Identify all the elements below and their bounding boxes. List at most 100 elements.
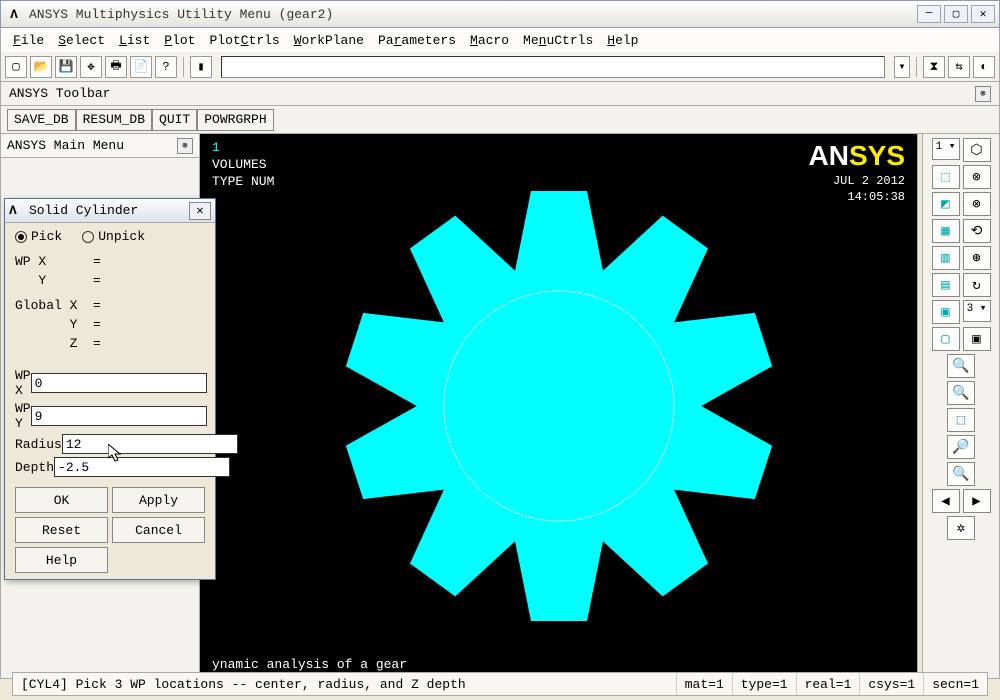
save-db-button[interactable]: SAVE_DB <box>7 109 76 131</box>
raise-icon[interactable]: ⬡ <box>963 138 991 162</box>
dialog-close-button[interactable]: ✕ <box>189 202 211 220</box>
print-icon[interactable]: 🖶 <box>105 56 127 78</box>
zoom-in-icon[interactable]: 🔍 <box>947 381 975 405</box>
toggle-icon[interactable]: ⇆ <box>948 56 970 78</box>
maximize-button[interactable]: ▢ <box>944 5 968 23</box>
toolbar-label-row: ANSYS Toolbar ⊗ <box>0 82 1000 106</box>
zoom-box-icon[interactable]: ⬚ <box>947 408 975 432</box>
unpick-radio[interactable]: Unpick <box>82 229 145 244</box>
window-title: ANSYS Multiphysics Utility Menu (gear2) <box>29 7 917 22</box>
powrgrph-button[interactable]: POWRGRPH <box>197 109 273 131</box>
oblique-view-icon[interactable]: ◩ <box>932 192 960 216</box>
bottom-view-icon[interactable]: ▢ <box>932 327 960 351</box>
ok-button[interactable]: OK <box>15 487 108 513</box>
axis-x-icon[interactable]: ⊗ <box>963 165 991 189</box>
reset-button[interactable]: Reset <box>15 517 108 543</box>
gear-model <box>329 176 789 636</box>
dialog-title: Solid Cylinder <box>29 203 189 218</box>
status-mat: mat=1 <box>677 673 733 695</box>
help-button[interactable]: Help <box>15 547 108 573</box>
axis-y-icon[interactable]: ⟲ <box>963 219 991 243</box>
menu-select[interactable]: Select <box>52 31 111 50</box>
viewport-index: 1 <box>212 140 220 155</box>
zoom-back-icon[interactable]: 🔎 <box>947 435 975 459</box>
menu-plotctrls[interactable]: PlotCtrls <box>203 31 285 50</box>
help-icon[interactable]: ? <box>155 56 177 78</box>
menu-workplane[interactable]: WorkPlane <box>288 31 370 50</box>
zoom-fit-icon[interactable]: 🔍 <box>947 354 975 378</box>
globalz-readout: Z = <box>15 336 205 351</box>
quit-button[interactable]: QUIT <box>152 109 197 131</box>
menu-help[interactable]: Help <box>601 31 644 50</box>
main-menu-title: ANSYS Main Menu <box>7 138 124 153</box>
unpick-label: Unpick <box>98 229 145 244</box>
solid-cylinder-dialog: Λ Solid Cylinder ✕ Pick Unpick WP X = Y … <box>4 198 216 580</box>
side-view-icon[interactable]: ▥ <box>932 246 960 270</box>
save-icon[interactable]: 💾 <box>55 56 77 78</box>
globalx-readout: Global X = <box>15 298 205 313</box>
collapse-toolbar-icon[interactable]: ⊗ <box>975 86 991 102</box>
menu-menuctrls[interactable]: MenuCtrls <box>517 31 599 50</box>
dialog-titlebar[interactable]: Λ Solid Cylinder ✕ <box>5 199 215 223</box>
wpx-readout: WP X = <box>15 254 205 269</box>
axis-xy-icon[interactable]: ⊗ <box>963 192 991 216</box>
status-bar: [CYL4] Pick 3 WP locations -- center, ra… <box>12 672 988 696</box>
wpx-input[interactable] <box>31 373 207 393</box>
refresh-icon[interactable]: ✲ <box>947 516 975 540</box>
status-secn: secn=1 <box>924 673 987 695</box>
axis-z-icon[interactable]: ⊛ <box>963 246 991 270</box>
separator <box>183 57 184 77</box>
contact-icon[interactable]: ◐ <box>973 56 995 78</box>
menubar: File Select List Plot PlotCtrls WorkPlan… <box>0 28 1000 52</box>
viewport-footer: ynamic analysis of a gear <box>212 657 407 672</box>
rotate-left-icon[interactable]: ◀ <box>932 489 960 513</box>
apply-button[interactable]: Apply <box>112 487 205 513</box>
menu-file[interactable]: File <box>7 31 50 50</box>
report-icon[interactable]: 📄 <box>130 56 152 78</box>
wpy-field-label: WP Y <box>15 401 31 431</box>
spin-icon[interactable]: ↻ <box>963 273 991 297</box>
hourglass-icon[interactable]: ⧗ <box>923 56 945 78</box>
viewport-date: JUL 2 2012 <box>809 174 905 188</box>
command-prompt-icon[interactable]: ▮ <box>190 56 212 78</box>
radius-input[interactable] <box>62 434 238 454</box>
close-button[interactable]: ✕ <box>971 5 995 23</box>
rotate-right-icon[interactable]: ▶ <box>963 489 991 513</box>
viewport-line1: VOLUMES <box>212 157 267 172</box>
pick-radio[interactable]: Pick <box>15 229 62 244</box>
back-view-icon[interactable]: ▣ <box>932 300 960 324</box>
wpx-field-label: WP X <box>15 368 31 398</box>
iso-view-icon[interactable]: ⬚ <box>932 165 960 189</box>
globaly-readout: Y = <box>15 317 205 332</box>
menu-macro[interactable]: Macro <box>464 31 515 50</box>
menu-parameters[interactable]: Parameters <box>372 31 462 50</box>
ansys-toolbar: SAVE_DB RESUM_DB QUIT POWRGRPH <box>0 106 1000 134</box>
status-csys: csys=1 <box>860 673 924 695</box>
main-menu-header: ANSYS Main Menu ⊗ <box>1 134 199 158</box>
viewport-time: 14:05:38 <box>809 190 905 204</box>
front-view-icon[interactable]: ▦ <box>932 219 960 243</box>
command-input[interactable] <box>221 56 885 78</box>
open-icon[interactable]: 📂 <box>30 56 52 78</box>
status-real: real=1 <box>797 673 861 695</box>
depth-input[interactable] <box>54 457 230 477</box>
dropdown-icon[interactable]: ▾ <box>894 56 910 78</box>
menu-list[interactable]: List <box>113 31 156 50</box>
view-select-1[interactable]: 1 ▾ <box>932 138 960 160</box>
menu-plot[interactable]: Plot <box>158 31 201 50</box>
pan-icon[interactable]: ✥ <box>80 56 102 78</box>
fit-icon[interactable]: ▣ <box>963 327 991 351</box>
top-view-icon[interactable]: ▤ <box>932 273 960 297</box>
depth-field-label: Depth <box>15 460 54 475</box>
new-icon[interactable]: ▢ <box>5 56 27 78</box>
zoom-out-icon[interactable]: 🔍 <box>947 462 975 486</box>
minimize-button[interactable]: ─ <box>917 5 941 23</box>
resum-db-button[interactable]: RESUM_DB <box>76 109 152 131</box>
collapse-menu-icon[interactable]: ⊗ <box>177 138 193 154</box>
cancel-button[interactable]: Cancel <box>112 517 205 543</box>
view-select-2[interactable]: 3 ▾ <box>963 300 991 322</box>
viewport-branding: ANSYS JUL 2 2012 14:05:38 <box>809 140 905 204</box>
radius-field-label: Radius <box>15 437 62 452</box>
graphics-viewport[interactable]: 1 VOLUMES TYPE NUM ANSYS JUL 2 2012 14:0… <box>200 134 918 679</box>
wpy-input[interactable] <box>31 406 207 426</box>
